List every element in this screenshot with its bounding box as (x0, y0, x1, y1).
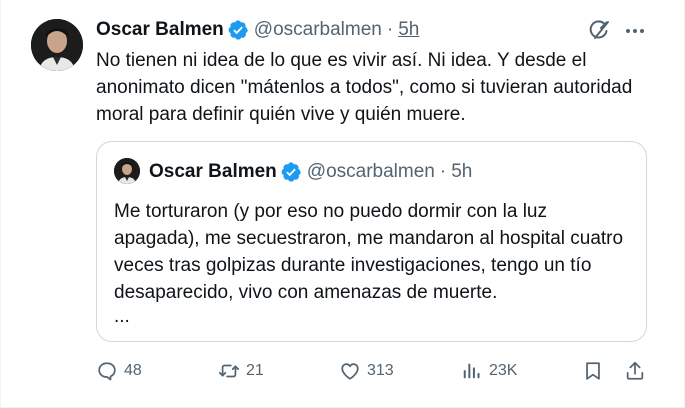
more-icon[interactable] (623, 19, 647, 43)
quote-header: Oscar Balmen @oscarbalmen · 5h (149, 161, 472, 183)
repost-icon (218, 360, 240, 382)
verified-badge-icon[interactable] (280, 161, 302, 183)
bookmark-icon (582, 360, 604, 382)
views-icon (461, 360, 483, 382)
views-count: 23K (489, 362, 518, 379)
repost-count: 21 (246, 362, 264, 379)
quote-ellipsis: ... (114, 306, 130, 327)
like-count: 313 (367, 362, 394, 379)
avatar[interactable] (31, 19, 83, 71)
bookmark-button[interactable] (582, 358, 604, 384)
tweet-header: Oscar Balmen @oscarbalmen · 5h (96, 19, 419, 41)
grok-icon[interactable] (587, 19, 611, 43)
reply-button[interactable]: 48 (96, 358, 142, 384)
quote-text: Me torturaron (y por eso no puedo dormir… (114, 201, 624, 303)
tweet[interactable]: Oscar Balmen @oscarbalmen · 5h No tienen… (0, 0, 685, 408)
action-bar: 48 21 313 23K (96, 358, 656, 384)
quote-avatar[interactable] (114, 158, 140, 184)
quote-timestamp: 5h (451, 161, 473, 182)
quote-author-name[interactable]: Oscar Balmen (149, 161, 277, 183)
tweet-text: No tienen ni idea de lo que es vivir así… (96, 50, 633, 125)
quote-author-handle: @oscarbalmen (306, 161, 435, 182)
author-handle[interactable]: @oscarbalmen (254, 19, 382, 41)
separator-dot: · (439, 161, 447, 182)
reply-icon (96, 360, 118, 382)
separator-dot: · (386, 19, 394, 40)
author-name[interactable]: Oscar Balmen (96, 19, 224, 41)
like-icon (339, 360, 361, 382)
verified-badge-icon[interactable] (227, 19, 249, 41)
share-button[interactable] (624, 358, 646, 384)
reply-count: 48 (124, 362, 142, 379)
share-icon (624, 360, 646, 382)
views-button[interactable]: 23K (461, 358, 517, 384)
repost-button[interactable]: 21 (218, 358, 264, 384)
like-button[interactable]: 313 (339, 358, 394, 384)
quoted-tweet[interactable]: Oscar Balmen @oscarbalmen · 5h Me tortur… (96, 141, 647, 342)
timestamp[interactable]: 5h (398, 19, 419, 41)
